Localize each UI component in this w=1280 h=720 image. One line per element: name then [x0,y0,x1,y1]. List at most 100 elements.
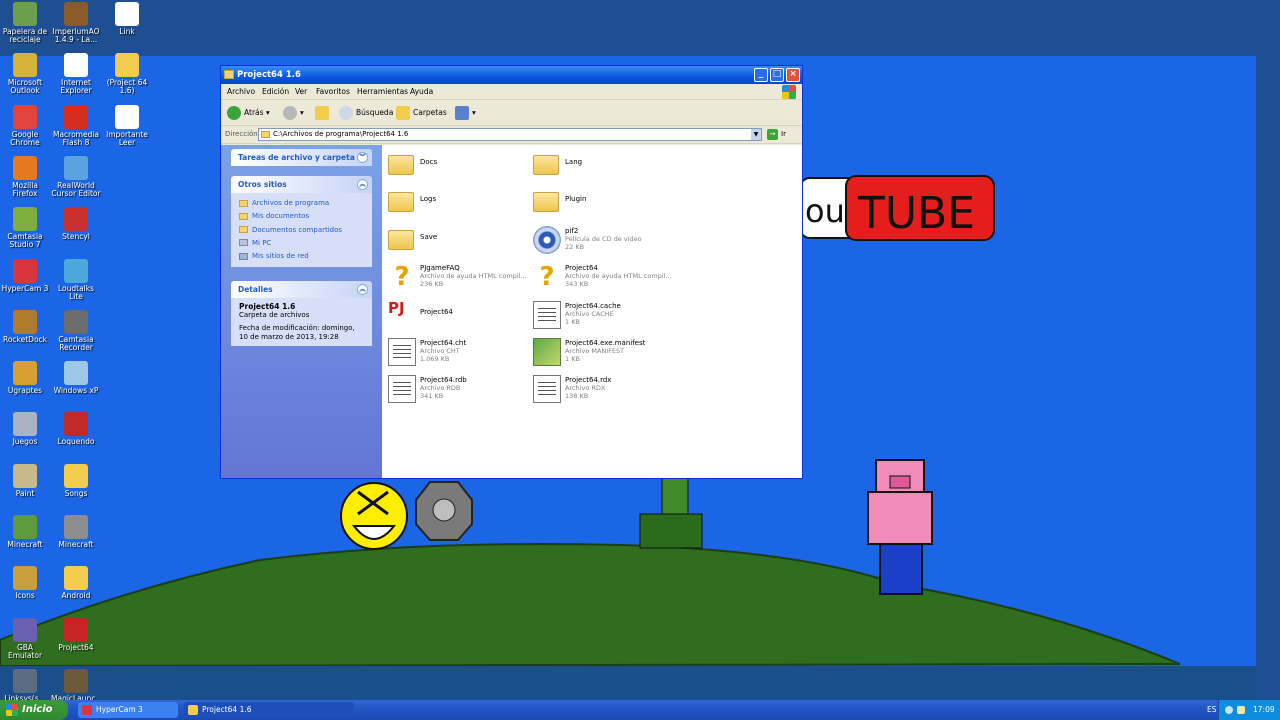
generic-file-icon [388,375,416,404]
forward-button[interactable]: ▾ [283,105,304,121]
address-input[interactable]: C:\Archivos de programa\Project64 1.6 [258,128,762,141]
desktop-icon[interactable]: Songs [51,463,101,498]
file-type: Archivo RDX [565,384,606,393]
desktop-icon[interactable]: Minecraft [0,515,50,549]
up-folder-button[interactable] [315,105,332,121]
explorer-window[interactable]: Project64 1.6 _ □ × Archivo Edición Ver … [220,65,803,479]
file-name: Docs [420,158,438,166]
desktop-icon[interactable]: Importante Leer [102,104,152,147]
close-button[interactable]: × [786,68,800,82]
file-tasks-header[interactable]: Tareas de archivo y carpeta ︾ [231,149,372,166]
file-item[interactable]: Project64.cache Archivo CACHE 1 KB [533,298,673,332]
desktop-icon[interactable]: Macromedia Flash 8 [51,104,101,147]
flash-icon [64,104,88,129]
file-name: Project64.exe.manifest [565,339,646,347]
search-button[interactable]: Búsqueda [339,105,393,121]
file-item[interactable]: Project64.rdx Archivo RDX 138 KB [533,372,673,406]
desktop-icon[interactable]: (Project 64 1.6) [102,53,152,95]
desktop-icon[interactable]: Camtasia Studio 7 [0,207,50,249]
grey-gear [415,481,473,541]
start-button[interactable]: Inicio [0,700,68,720]
taskbar-button-hypercam[interactable]: HyperCam 3 [78,702,178,718]
desktop-icon[interactable]: Stencyl [51,207,101,241]
volume-icon[interactable] [1237,706,1245,714]
file-type: Archivo CACHE [565,309,614,318]
folder-item[interactable]: Save [388,223,528,257]
go-button[interactable]: → Ir [767,129,786,140]
file-item[interactable]: Project64.exe.manifest Archivo MANIFEST 1 … [533,335,673,369]
desktop-icon[interactable]: Loquendo [51,412,101,446]
menu-edicion[interactable]: Edición [262,87,289,96]
desktop-icon-label: Juegos [12,437,38,447]
desktop-icon[interactable]: Camtasia Recorder [51,309,101,352]
desktop-icon[interactable]: Papelera de reciclaje [0,2,50,44]
file-item[interactable]: Project64.rdb Archivo RDB 341 KB [388,372,528,406]
file-item[interactable]: pif2 Película de CD de vídeo 22 KB [533,223,673,257]
desktop-icon-label: Camtasia Recorder [58,334,94,352]
file-item[interactable]: ? Project64 Archivo de ayuda HTML compil..… [533,260,673,294]
desktop-icon[interactable]: Paint [0,463,50,498]
desktop-icon[interactable]: Windows xP [51,361,101,395]
desktop-icon[interactable]: RealWorld Cursor Editor [51,155,101,198]
desktop-icon[interactable]: Android [51,566,101,600]
place-link[interactable]: Mis documentos [239,210,364,223]
place-link[interactable]: Archivos de programa [239,197,364,210]
folder-item[interactable]: Docs [388,148,528,182]
place-link[interactable]: Mi PC [239,237,364,250]
minimize-button[interactable]: _ [754,68,768,82]
desktop-icon[interactable]: Linksys(s... [0,668,50,700]
chrome-icon [13,104,37,129]
menu-archivo[interactable]: Archivo [227,87,255,96]
menu-favoritos[interactable]: Favoritos [316,87,350,96]
menu-ver[interactable]: Ver [295,87,307,96]
desktop-icon[interactable]: Loudtalks Lite [51,258,101,301]
desktop-icon[interactable]: Icons [0,566,50,600]
details-header[interactable]: Detalles ︽ [231,281,372,298]
chevron-icon[interactable]: ︽ [357,179,368,190]
desktop-icon[interactable]: MagicLaunc... [51,668,103,700]
folder-item[interactable]: Logs [388,185,528,219]
toolbar: Atrás ▾ ▾ Búsqueda Carpetas ▾ [221,100,802,126]
camtasia-icon [13,207,37,232]
desktop-icon[interactable]: Google Chrome [0,104,50,147]
network-status-icon[interactable] [1225,706,1233,714]
maximize-button[interactable]: □ [770,68,784,82]
place-link[interactable]: Documentos compartidos [239,224,364,237]
language-indicator[interactable]: ES [1207,700,1217,720]
back-button[interactable]: Atrás ▾ [227,105,270,121]
folder-item[interactable]: Plugin [533,185,673,219]
folders-button[interactable]: Carpetas [396,105,447,121]
folder-item[interactable]: Lang [533,148,673,182]
address-dropdown-button[interactable]: ▼ [751,129,761,140]
desktop-icon[interactable]: ImperiumAO 1.4.9 - La... [51,2,101,44]
views-button[interactable]: ▾ [455,105,476,121]
desktop-icon[interactable]: RocketDock [0,309,50,344]
file-item[interactable]: Project64.cht Archivo CHT 1.069 KB [388,335,528,369]
desktop-icon[interactable]: Project64 [51,617,101,652]
place-link[interactable]: Mis sitios de red [239,250,364,263]
menu-ayuda[interactable]: Ayuda [410,87,433,96]
desktop-icon[interactable]: GBA Emulator [0,617,50,660]
chevron-icon[interactable]: ︽ [357,284,368,295]
details-name: Project64 1.6 [239,302,296,311]
desktop-icon[interactable]: Microsoft Outlook [0,53,50,95]
desktop-icon[interactable]: Mozilla Firefox [0,155,50,198]
desktop-icon[interactable]: Juegos [0,412,50,446]
desktop-icon[interactable]: HyperCam 3 [0,258,50,293]
desktop-icon[interactable]: Link [102,2,152,36]
other-places-header[interactable]: Otros sitios ︽ [231,176,372,193]
taskbar-button-project64[interactable]: Project64 1.6 [184,702,354,718]
desktop-icon[interactable]: Internet Explorer [51,53,101,95]
title-bar[interactable]: Project64 1.6 _ □ × [221,66,802,84]
folder-icon [388,192,414,213]
desktop-icon-label: Project64 [58,642,94,652]
chevron-icon[interactable]: ︾ [357,152,368,163]
folder-icon [239,199,248,207]
menu-herramientas[interactable]: Herramientas [357,87,408,96]
desktop-icon[interactable]: Minecraft [51,515,101,549]
icons-icon [13,566,37,591]
desktop-icon-label: Link [119,27,135,36]
file-item[interactable]: ? PJgameFAQ Archivo de ayuda HTML compil..… [388,260,528,294]
file-item[interactable]: PJ Project64 [388,298,528,332]
desktop-icon[interactable]: Ugraptes [0,361,50,395]
